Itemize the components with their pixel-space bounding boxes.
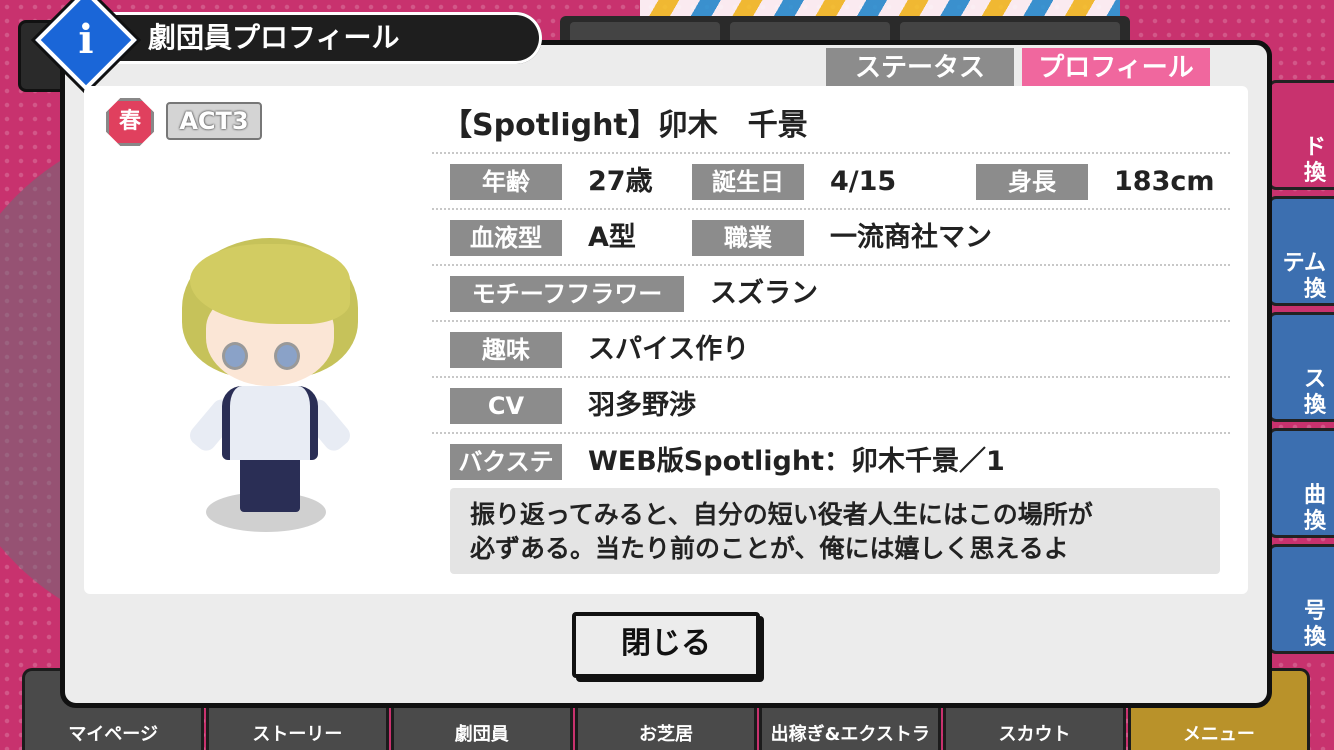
birthday-label: 誕生日: [692, 164, 804, 200]
character-quote: 振り返ってみると、自分の短い役者人生にはこの場所が 必ずある。当たり前のことが、…: [450, 488, 1220, 574]
side-menu-item[interactable]: 号換: [1268, 544, 1334, 654]
cv-label: CV: [450, 388, 562, 424]
side-menu-item[interactable]: ド換: [1268, 80, 1334, 190]
profile-row: 年齢 27歳 誕生日 4/15 身長 183cm: [432, 152, 1230, 208]
job-label: 職業: [692, 220, 804, 256]
nav-label: 出稼ぎ&エクストラ: [770, 724, 930, 745]
chibi-jacket: [222, 386, 318, 460]
act-badge: ACT3: [166, 102, 262, 140]
backstage-value[interactable]: WEB版Spotlight：卯木千景／1: [588, 444, 1005, 480]
quote-line: 振り返ってみると、自分の短い役者人生にはこの場所が: [470, 500, 1093, 529]
birthday-value: 4/15: [830, 166, 897, 197]
side-menu-item[interactable]: テム換: [1268, 196, 1334, 306]
flower-value: スズラン: [710, 278, 818, 309]
nav-label: スカウト: [998, 724, 1071, 745]
hobby-value: スパイス作り: [588, 334, 750, 365]
chibi-legs: [240, 456, 300, 512]
age-value: 27歳: [588, 166, 653, 197]
side-menu-item[interactable]: 曲換: [1268, 428, 1334, 538]
flower-label: モチーフフラワー: [450, 276, 684, 312]
height-value: 183cm: [1114, 166, 1215, 197]
blood-label: 血液型: [450, 220, 562, 256]
tab-profile[interactable]: プロフィール: [1022, 48, 1210, 88]
cv-value: 羽多野渉: [588, 390, 696, 421]
nav-label: 劇団員: [454, 724, 509, 745]
profile-row: バクステ WEB版Spotlight：卯木千景／1: [432, 432, 1230, 488]
profile-row: 趣味 スパイス作り: [432, 320, 1230, 376]
side-menu: ド換 テム換 ス換 曲換 号換: [1268, 80, 1334, 660]
tab-status[interactable]: ステータス: [826, 48, 1014, 88]
side-menu-item[interactable]: ス換: [1268, 312, 1334, 422]
info-icon-letter: i: [78, 16, 94, 63]
age-label: 年齢: [450, 164, 562, 200]
chibi-eye: [274, 342, 300, 370]
close-button[interactable]: 閉じる: [572, 612, 760, 678]
character-name: 【Spotlight】卯木 千景: [442, 108, 808, 143]
nav-label: マイページ: [68, 724, 158, 745]
chibi-eye: [222, 342, 248, 370]
nav-label: ストーリー: [252, 724, 343, 745]
nav-label: お芝居: [638, 724, 693, 745]
hobby-label: 趣味: [450, 332, 562, 368]
blood-value: A型: [588, 222, 636, 253]
quote-line: 必ずある。当たり前のことが、俺には嬉しく思えるよ: [470, 534, 1069, 563]
profile-row: モチーフフラワー スズラン: [432, 264, 1230, 320]
height-label: 身長: [976, 164, 1088, 200]
dialog-title: 劇団員プロフィール: [80, 12, 542, 64]
profile-row: CV 羽多野渉: [432, 376, 1230, 432]
backstage-label: バクステ: [450, 444, 562, 480]
character-chibi-image: [170, 230, 370, 540]
nav-label: メニュー: [1182, 724, 1255, 745]
job-value: 一流商社マン: [830, 222, 992, 253]
profile-row: 血液型 A型 職業 一流商社マン: [432, 208, 1230, 264]
